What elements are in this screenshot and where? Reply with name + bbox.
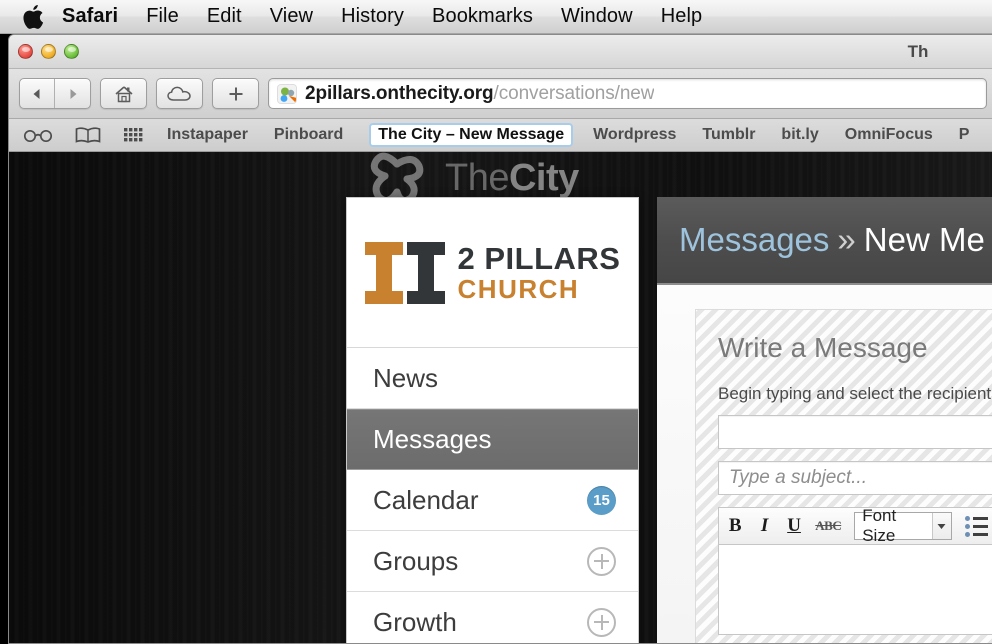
apple-logo-icon[interactable] bbox=[22, 4, 44, 30]
the-city-the: The bbox=[445, 156, 509, 199]
bold-button[interactable]: B bbox=[727, 515, 743, 537]
sidebar-item-growth[interactable]: Growth bbox=[347, 592, 638, 643]
main-content: Messages » New Me Write a Message Begin … bbox=[657, 197, 992, 643]
church-logo[interactable]: 2 PILLARS CHURCH bbox=[347, 198, 638, 348]
bookmark-pinboard[interactable]: Pinboard bbox=[274, 126, 343, 144]
menu-history[interactable]: History bbox=[341, 5, 404, 28]
breadcrumb-separator: » bbox=[837, 221, 856, 258]
url-host: 2pillars.onthecity.org bbox=[305, 82, 494, 104]
calendar-badge: 15 bbox=[587, 485, 616, 515]
icloud-button[interactable] bbox=[156, 78, 203, 109]
sidebar-item-label: Calendar bbox=[373, 484, 479, 515]
sidebar-item-news[interactable]: News bbox=[347, 348, 638, 409]
address-bar[interactable]: 2pillars.onthecity.org/conversations/new bbox=[268, 78, 987, 109]
url-path: /conversations/new bbox=[493, 82, 655, 104]
breadcrumb: Messages » New Me bbox=[657, 197, 992, 285]
recipients-hint: Begin typing and select the recipients bbox=[718, 384, 992, 403]
bookmark-overflow[interactable]: P bbox=[959, 126, 970, 144]
chevron-down-icon[interactable] bbox=[931, 513, 952, 539]
bulleted-list-button[interactable] bbox=[965, 515, 989, 537]
logo-line-2: CHURCH bbox=[457, 274, 580, 304]
add-group-icon[interactable] bbox=[587, 546, 616, 576]
the-city-city: City bbox=[508, 156, 579, 199]
bookmark-the-city[interactable]: The City – New Message bbox=[369, 123, 574, 147]
italic-button[interactable]: I bbox=[756, 515, 772, 537]
site-favicon bbox=[277, 83, 297, 104]
two-pillars-icon bbox=[364, 241, 445, 304]
safari-window: Th 2pillars.onthecity.org/conversations/… bbox=[8, 34, 992, 644]
menu-help[interactable]: Help bbox=[661, 5, 703, 28]
url-text: 2pillars.onthecity.org/conversations/new bbox=[305, 83, 654, 105]
underline-button[interactable]: U bbox=[786, 515, 802, 537]
home-icon bbox=[114, 85, 133, 102]
add-growth-icon[interactable] bbox=[587, 607, 616, 637]
subject-input[interactable]: Type a subject... bbox=[718, 461, 992, 495]
sidebar-item-groups[interactable]: Groups bbox=[347, 531, 638, 592]
menu-window[interactable]: Window bbox=[561, 5, 633, 28]
message-body-editor[interactable] bbox=[718, 545, 992, 635]
site-sidebar: 2 PILLARS CHURCH News Messages Calendar … bbox=[346, 197, 639, 643]
sidebar-item-messages[interactable]: Messages bbox=[347, 409, 638, 470]
menu-file[interactable]: File bbox=[146, 5, 179, 28]
breadcrumb-parent[interactable]: Messages bbox=[679, 221, 829, 259]
browser-toolbar: 2pillars.onthecity.org/conversations/new bbox=[9, 69, 992, 119]
logo-line-1: 2 PILLARS bbox=[457, 241, 621, 276]
window-titlebar: Th bbox=[9, 35, 992, 69]
new-tab-button[interactable] bbox=[212, 78, 259, 109]
rich-text-toolbar: B I U ABC Font Size bbox=[718, 506, 992, 545]
home-button[interactable] bbox=[100, 78, 147, 109]
panel-container: Write a Message Begin typing and select … bbox=[657, 285, 992, 643]
menu-bookmarks[interactable]: Bookmarks bbox=[432, 5, 533, 28]
sidebar-item-label: Groups bbox=[373, 545, 459, 576]
subject-placeholder: Type a subject... bbox=[729, 467, 867, 488]
mac-menu-bar: Safari File Edit View History Bookmarks … bbox=[0, 0, 992, 34]
book-icon[interactable] bbox=[75, 126, 101, 144]
web-page: TheCity 2 PILLARS CHURCH News Messages C… bbox=[9, 152, 992, 643]
page-title: Write a Message bbox=[718, 332, 928, 363]
forward-arrow-icon[interactable] bbox=[55, 79, 90, 108]
the-city-wordmark: TheCity bbox=[445, 157, 579, 200]
bookmark-bitly[interactable]: bit.ly bbox=[781, 126, 818, 144]
plus-icon bbox=[229, 87, 242, 100]
bookmark-omnifocus[interactable]: OmniFocus bbox=[845, 126, 933, 144]
breadcrumb-current: New Me bbox=[863, 221, 985, 258]
recipients-input[interactable] bbox=[718, 415, 992, 449]
reader-glasses-icon[interactable] bbox=[23, 127, 53, 143]
menu-edit[interactable]: Edit bbox=[207, 5, 242, 28]
bookmark-wordpress[interactable]: Wordpress bbox=[593, 126, 676, 144]
nav-buttons[interactable] bbox=[19, 78, 91, 109]
write-message-panel: Write a Message Begin typing and select … bbox=[695, 309, 992, 643]
font-size-label: Font Size bbox=[862, 506, 897, 545]
grid-icon[interactable] bbox=[123, 126, 145, 144]
sidebar-item-calendar[interactable]: Calendar 15 bbox=[347, 470, 638, 531]
icloud-icon bbox=[166, 86, 191, 101]
bookmarks-bar: Instapaper Pinboard The City – New Messa… bbox=[9, 119, 992, 152]
window-title: Th bbox=[907, 41, 929, 61]
font-size-select[interactable]: Font Size bbox=[854, 506, 953, 545]
bookmark-instapaper[interactable]: Instapaper bbox=[167, 126, 248, 144]
strikethrough-button[interactable]: ABC bbox=[815, 518, 841, 534]
sidebar-item-label: Messages bbox=[373, 424, 492, 454]
back-arrow-icon[interactable] bbox=[20, 79, 56, 108]
sidebar-item-label: News bbox=[373, 362, 439, 393]
menu-safari[interactable]: Safari bbox=[62, 5, 118, 28]
bookmark-tumblr[interactable]: Tumblr bbox=[702, 126, 755, 144]
sidebar-item-label: Growth bbox=[373, 606, 457, 637]
menu-view[interactable]: View bbox=[270, 5, 313, 28]
